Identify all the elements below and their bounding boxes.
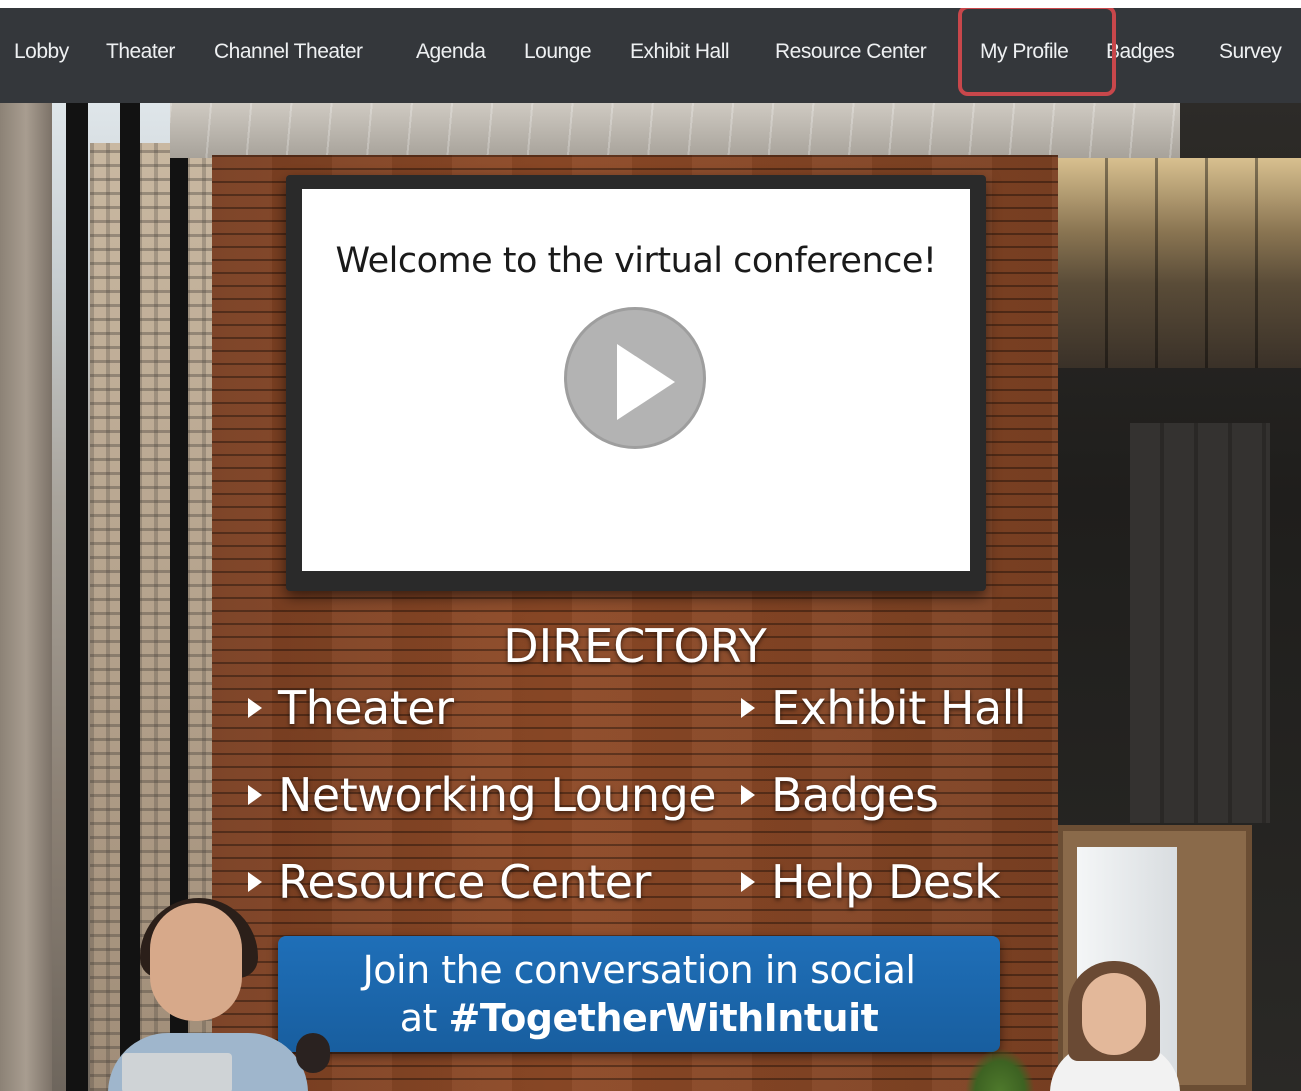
nav-item-lobby[interactable]: Lobby — [14, 38, 69, 66]
nav-item-agenda[interactable]: Agenda — [416, 38, 486, 66]
nav-item-resource-center[interactable]: Resource Center — [775, 38, 927, 66]
video-screen-frame: Welcome to the virtual conference! — [286, 175, 986, 591]
person-head — [296, 1033, 330, 1073]
top-strip — [0, 0, 1301, 8]
ceiling — [170, 103, 1180, 158]
directory-item-exhibit-hall[interactable]: Exhibit Hall — [741, 681, 1027, 735]
directory-title: DIRECTORY — [503, 619, 767, 673]
directory-item-label: Exhibit Hall — [771, 681, 1027, 735]
directory-item-theater[interactable]: Theater — [248, 681, 454, 735]
social-banner[interactable]: Join the conversation in social at #Toge… — [278, 936, 1000, 1052]
arrow-right-icon — [248, 871, 262, 892]
video-title: Welcome to the virtual conference! — [335, 241, 937, 281]
arrow-right-icon — [741, 871, 755, 892]
play-button[interactable] — [564, 307, 706, 449]
nav-item-theater[interactable]: Theater — [106, 38, 175, 66]
directory-item-label: Help Desk — [771, 855, 1001, 909]
directory-item-resource-center[interactable]: Resource Center — [248, 855, 651, 909]
banner-prefix: at — [399, 996, 449, 1040]
nav-item-survey[interactable]: Survey — [1219, 38, 1282, 66]
window-pillar — [66, 103, 88, 1091]
nav-item-badges[interactable]: Badges — [1106, 38, 1175, 66]
nav-item-channel-theater[interactable]: Channel Theater — [214, 38, 363, 66]
arrow-right-icon — [248, 697, 262, 718]
hashtag: #TogetherWithIntuit — [448, 996, 879, 1040]
directory-item-help-desk[interactable]: Help Desk — [741, 855, 1001, 909]
video-screen[interactable]: Welcome to the virtual conference! — [302, 189, 970, 571]
laptop — [122, 1053, 232, 1091]
person-head — [150, 903, 242, 1021]
directory-item-label: Theater — [278, 681, 454, 735]
wall-panel — [1130, 423, 1270, 823]
main-nav-bar: Lobby Theater Channel Theater Agenda Lou… — [0, 8, 1301, 103]
banner-line-2: at #TogetherWithIntuit — [278, 996, 1000, 1040]
right-lobby-background — [1055, 103, 1301, 1091]
arrow-right-icon — [741, 784, 755, 805]
arrow-right-icon — [248, 784, 262, 805]
directory-item-label: Badges — [771, 768, 939, 822]
ceiling-lights — [1055, 158, 1301, 368]
window-pillar — [120, 103, 140, 1091]
plant — [965, 1048, 1035, 1091]
directory-item-label: Networking Lounge — [278, 768, 717, 822]
directory-item-label: Resource Center — [278, 855, 651, 909]
nav-item-my-profile[interactable]: My Profile — [980, 38, 1069, 66]
nav-item-exhibit-hall[interactable]: Exhibit Hall — [630, 38, 730, 66]
arrow-right-icon — [741, 697, 755, 718]
banner-line-1: Join the conversation in social — [362, 948, 916, 992]
directory-item-networking-lounge[interactable]: Networking Lounge — [248, 768, 717, 822]
stone-column — [0, 103, 52, 1091]
nav-item-lounge[interactable]: Lounge — [524, 38, 592, 66]
person-head — [1082, 973, 1146, 1055]
directory-item-badges[interactable]: Badges — [741, 768, 939, 822]
play-icon — [617, 344, 675, 420]
virtual-lobby-scene: Welcome to the virtual conference! DIREC… — [0, 103, 1301, 1091]
